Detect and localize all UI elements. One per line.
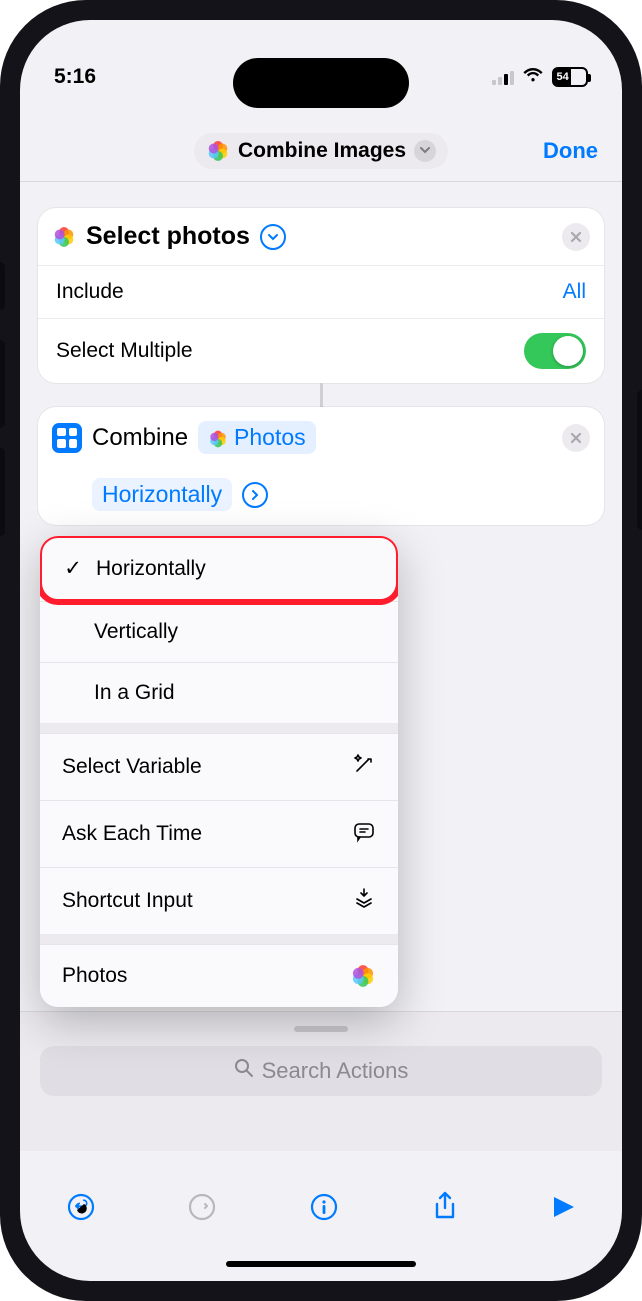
- actions-canvas: Select photos Include All Select Multi: [20, 182, 622, 1151]
- done-button[interactable]: Done: [543, 138, 598, 164]
- shortcut-title-chip[interactable]: Combine Images: [194, 133, 448, 169]
- input-stack-icon: [352, 886, 376, 916]
- delete-action-button[interactable]: [562, 424, 590, 452]
- share-button[interactable]: [431, 1191, 459, 1230]
- wand-icon: [352, 752, 376, 782]
- menu-item-shortcut-input[interactable]: Shortcut Input: [40, 867, 398, 934]
- param-label: Select Multiple: [56, 339, 193, 363]
- menu-item-label: Horizontally: [96, 557, 206, 581]
- action-card-select-photos[interactable]: Select photos Include All Select Multi: [38, 208, 604, 383]
- menu-separator: [40, 723, 398, 733]
- nav-bar: Combine Images Done: [20, 120, 622, 182]
- search-placeholder: Search Actions: [262, 1058, 409, 1084]
- search-icon: [234, 1058, 254, 1084]
- menu-item-photos-variable[interactable]: Photos: [40, 944, 398, 1007]
- menu-item-vertically[interactable]: Vertically: [40, 601, 398, 662]
- collapse-chevron-icon[interactable]: [260, 224, 286, 250]
- undo-button[interactable]: [66, 1192, 96, 1229]
- menu-item-label: Ask Each Time: [62, 822, 202, 846]
- photos-app-icon: [350, 963, 376, 989]
- param-row-select-multiple: Select Multiple: [38, 318, 604, 383]
- status-bar: 5:16 54: [20, 20, 622, 106]
- menu-item-label: In a Grid: [94, 681, 175, 705]
- status-time: 5:16: [54, 65, 96, 89]
- actions-drawer[interactable]: Search Actions: [20, 1011, 622, 1151]
- annotation-highlight: ✓ Horizontally: [40, 536, 398, 605]
- photos-app-icon: [52, 225, 76, 249]
- menu-item-select-variable[interactable]: Select Variable: [40, 733, 398, 800]
- param-row-include[interactable]: Include All: [38, 265, 604, 318]
- menu-separator: [40, 934, 398, 944]
- shortcut-title: Combine Images: [238, 139, 406, 163]
- variable-token-mode[interactable]: Horizontally: [92, 478, 232, 511]
- action-verb: Combine: [92, 424, 188, 452]
- variable-token-photos[interactable]: Photos: [198, 421, 316, 454]
- editor-toolbar: [20, 1179, 622, 1241]
- cellular-icon: [492, 69, 514, 85]
- param-label: Include: [56, 280, 124, 304]
- mode-picker-popover: ✓ Horizontally Vertically In a Grid: [40, 536, 398, 1007]
- home-indicator[interactable]: [226, 1261, 416, 1267]
- battery-icon: 54: [552, 67, 588, 87]
- run-button[interactable]: [550, 1194, 576, 1227]
- toggle-on[interactable]: [524, 333, 586, 369]
- action-card-combine-images[interactable]: Combine Photos Horizontally: [38, 407, 604, 525]
- photos-app-icon: [206, 139, 230, 163]
- search-actions-field[interactable]: Search Actions: [40, 1046, 602, 1096]
- wifi-icon: [522, 65, 544, 89]
- menu-item-label: Select Variable: [62, 755, 202, 779]
- menu-item-in-a-grid[interactable]: In a Grid: [40, 662, 398, 723]
- param-value[interactable]: All: [563, 280, 586, 304]
- photos-app-icon: [208, 428, 228, 448]
- menu-item-horizontally[interactable]: ✓ Horizontally: [42, 538, 396, 599]
- expand-chevron-icon[interactable]: [242, 482, 268, 508]
- info-button[interactable]: [309, 1192, 339, 1229]
- chevron-down-icon: [414, 140, 436, 162]
- flow-connector: [320, 383, 323, 407]
- battery-level: 54: [554, 69, 571, 85]
- drawer-grabber[interactable]: [294, 1026, 348, 1032]
- redo-button[interactable]: [187, 1192, 217, 1229]
- combine-images-icon: [52, 423, 82, 453]
- message-icon: [352, 819, 376, 849]
- checkmark-icon: ✓: [64, 556, 82, 581]
- delete-action-button[interactable]: [562, 223, 590, 251]
- menu-item-label: Vertically: [94, 620, 178, 644]
- token-label: Photos: [234, 424, 306, 451]
- token-label: Horizontally: [102, 481, 222, 508]
- menu-item-label: Shortcut Input: [62, 889, 193, 913]
- menu-item-label: Photos: [62, 964, 127, 988]
- menu-item-ask-each-time[interactable]: Ask Each Time: [40, 800, 398, 867]
- action-title: Select photos: [86, 222, 250, 251]
